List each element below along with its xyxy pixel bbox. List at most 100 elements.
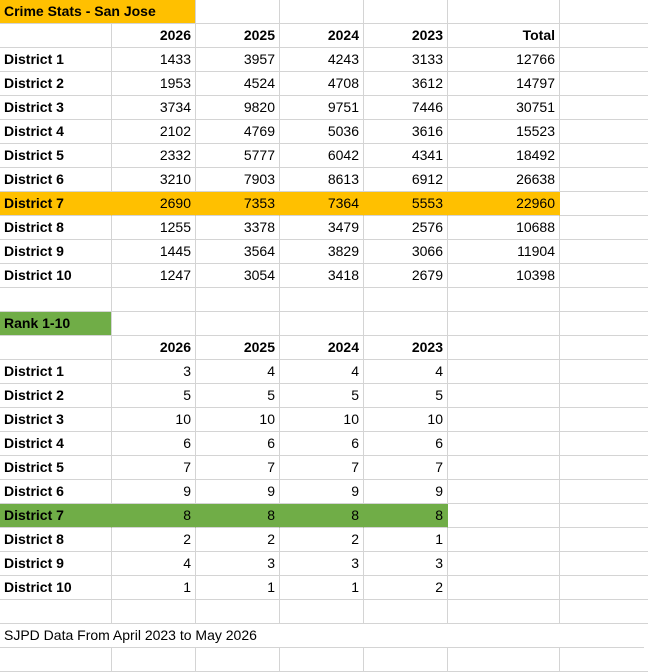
table2-value-cell[interactable]: 6 [364,432,448,456]
table1-header-2024[interactable]: 2024 [280,24,364,48]
empty-cell[interactable] [560,96,648,120]
table1-value-cell[interactable]: 3133 [364,48,448,72]
table2-value-cell[interactable]: 7 [280,456,364,480]
table2-value-cell[interactable]: 6 [280,432,364,456]
table2-value-cell[interactable]: 4 [196,360,280,384]
table2-value-cell[interactable]: 5 [112,384,196,408]
table1-value-cell[interactable]: 3612 [364,72,448,96]
table1-row-label[interactable]: District 2 [0,72,112,96]
empty-cell[interactable] [364,288,448,312]
table2-row-label[interactable]: District 3 [0,408,112,432]
empty-cell[interactable] [112,288,196,312]
table2-header-2025[interactable]: 2025 [196,336,280,360]
table1-value-cell[interactable]: 12766 [448,48,560,72]
empty-cell[interactable] [560,144,648,168]
table1-row-label[interactable]: District 7 [0,192,112,216]
table1-title-cell[interactable]: Crime Stats - San Jose [0,0,196,24]
table1-value-cell[interactable]: 14797 [448,72,560,96]
table2-header-2023[interactable]: 2023 [364,336,448,360]
table1-value-cell[interactable]: 3829 [280,240,364,264]
table2-row-label[interactable]: District 4 [0,432,112,456]
empty-cell[interactable] [560,0,648,24]
empty-cell[interactable] [196,0,280,24]
table1-value-cell[interactable]: 6912 [364,168,448,192]
table2-value-cell[interactable]: 6 [196,432,280,456]
table1-value-cell[interactable]: 8613 [280,168,364,192]
empty-cell[interactable] [448,456,560,480]
empty-cell[interactable] [280,600,364,624]
empty-cell[interactable] [560,576,648,600]
empty-cell[interactable] [0,648,112,672]
empty-cell[interactable] [196,312,280,336]
table1-row-label[interactable]: District 6 [0,168,112,192]
table1-value-cell[interactable]: 5036 [280,120,364,144]
table2-value-cell[interactable]: 8 [196,504,280,528]
table2-value-cell[interactable]: 3 [112,360,196,384]
table1-value-cell[interactable]: 2576 [364,216,448,240]
table2-value-cell[interactable]: 2 [112,528,196,552]
table2-value-cell[interactable]: 1 [280,576,364,600]
table1-value-cell[interactable]: 4769 [196,120,280,144]
table1-value-cell[interactable]: 9751 [280,96,364,120]
table1-row-label[interactable]: District 4 [0,120,112,144]
empty-cell[interactable] [196,648,280,672]
table2-value-cell[interactable]: 3 [196,552,280,576]
table1-value-cell[interactable]: 2679 [364,264,448,288]
table2-value-cell[interactable]: 10 [196,408,280,432]
footnote-cell[interactable]: SJPD Data From April 2023 to May 2026 [0,624,644,648]
table2-row-label[interactable]: District 1 [0,360,112,384]
table1-row-label[interactable]: District 5 [0,144,112,168]
table1-value-cell[interactable]: 30751 [448,96,560,120]
table2-title-cell[interactable]: Rank 1-10 [0,312,112,336]
table1-value-cell[interactable]: 10688 [448,216,560,240]
table1-value-cell[interactable]: 3378 [196,216,280,240]
table2-row-label[interactable]: District 8 [0,528,112,552]
table2-value-cell[interactable]: 5 [280,384,364,408]
empty-cell[interactable] [448,600,560,624]
table1-value-cell[interactable]: 4524 [196,72,280,96]
table2-value-cell[interactable]: 9 [280,480,364,504]
empty-cell[interactable] [560,24,648,48]
empty-cell[interactable] [448,504,560,528]
empty-cell[interactable] [0,336,112,360]
table1-value-cell[interactable]: 5777 [196,144,280,168]
table1-value-cell[interactable]: 7446 [364,96,448,120]
table1-row-label[interactable]: District 1 [0,48,112,72]
empty-cell[interactable] [560,480,648,504]
table2-value-cell[interactable]: 3 [364,552,448,576]
table2-value-cell[interactable]: 1 [364,528,448,552]
empty-cell[interactable] [448,360,560,384]
table1-value-cell[interactable]: 10398 [448,264,560,288]
empty-cell[interactable] [448,336,560,360]
table1-value-cell[interactable]: 4708 [280,72,364,96]
empty-cell[interactable] [448,528,560,552]
empty-cell[interactable] [560,600,648,624]
empty-cell[interactable] [448,576,560,600]
table2-value-cell[interactable]: 1 [196,576,280,600]
table2-header-2024[interactable]: 2024 [280,336,364,360]
empty-cell[interactable] [448,408,560,432]
table2-value-cell[interactable]: 4 [280,360,364,384]
empty-cell[interactable] [280,288,364,312]
empty-cell[interactable] [196,600,280,624]
empty-cell[interactable] [560,240,648,264]
empty-cell[interactable] [560,264,648,288]
table2-value-cell[interactable]: 9 [364,480,448,504]
table2-value-cell[interactable]: 10 [364,408,448,432]
table1-value-cell[interactable]: 3210 [112,168,196,192]
empty-cell[interactable] [560,456,648,480]
table2-value-cell[interactable]: 9 [112,480,196,504]
table1-row-label[interactable]: District 10 [0,264,112,288]
table2-value-cell[interactable]: 10 [280,408,364,432]
table1-value-cell[interactable]: 1247 [112,264,196,288]
table1-value-cell[interactable]: 7364 [280,192,364,216]
table1-value-cell[interactable]: 9820 [196,96,280,120]
empty-cell[interactable] [448,0,560,24]
empty-cell[interactable] [0,600,112,624]
empty-cell[interactable] [280,648,364,672]
empty-cell[interactable] [364,600,448,624]
table1-value-cell[interactable]: 2102 [112,120,196,144]
table1-row-label[interactable]: District 9 [0,240,112,264]
empty-cell[interactable] [560,432,648,456]
table1-value-cell[interactable]: 3564 [196,240,280,264]
